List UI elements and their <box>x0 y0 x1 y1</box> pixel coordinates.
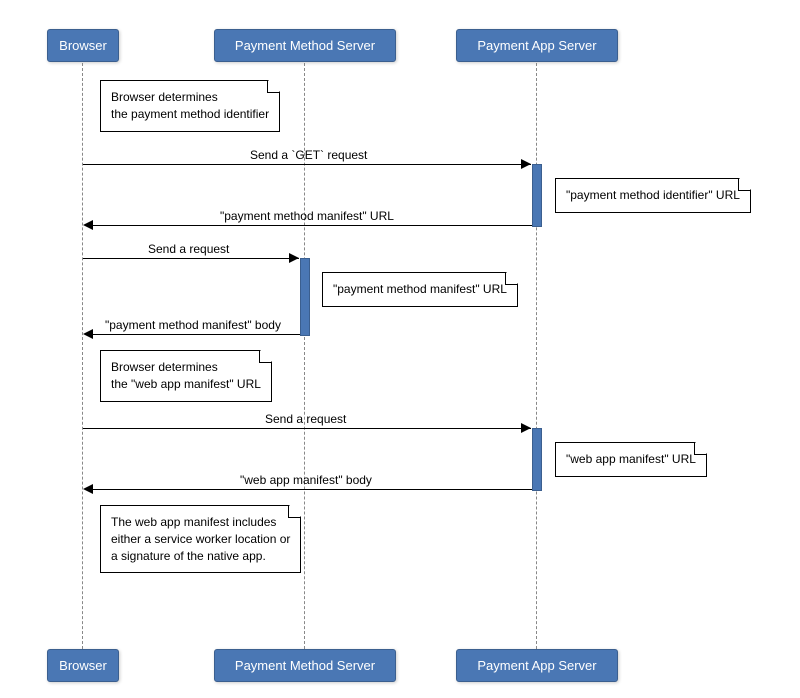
activation-pms-1 <box>300 258 310 336</box>
msg-send-request-pms <box>83 258 299 259</box>
note-wam-url: "web app manifest" URL <box>555 442 707 477</box>
msg-pmm-url-response <box>93 225 532 226</box>
msg-send-request-pas <box>83 428 531 429</box>
note-pmm-url-2: "payment method manifest" URL <box>322 272 518 307</box>
msg-label-wam-body: "web app manifest" body <box>240 473 372 487</box>
note-text: the payment method identifier <box>111 107 269 121</box>
note-determine-wam: Browser determines the "web app manifest… <box>100 350 272 402</box>
note-text: Browser determines <box>111 360 218 374</box>
note-text: Browser determines <box>111 90 218 104</box>
msg-label-send-req-2: Send a request <box>265 412 346 426</box>
sequence-diagram: Browser Payment Method Server Payment Ap… <box>0 0 800 698</box>
participant-pms-top: Payment Method Server <box>214 29 396 62</box>
lifeline-pas <box>536 63 537 649</box>
arrow-icon <box>83 329 93 339</box>
arrow-icon <box>521 423 531 433</box>
note-text: "payment method manifest" URL <box>333 282 507 296</box>
msg-label-pmm-url: "payment method manifest" URL <box>220 209 394 223</box>
arrow-icon <box>289 253 299 263</box>
note-text: the "web app manifest" URL <box>111 377 261 391</box>
note-determine-pmi: Browser determines the payment method id… <box>100 80 280 132</box>
participant-browser-bottom: Browser <box>47 649 119 682</box>
note-text: "web app manifest" URL <box>566 452 696 466</box>
activation-pas-2 <box>532 428 542 491</box>
participant-browser-top: Browser <box>47 29 119 62</box>
msg-get-request <box>83 164 531 165</box>
lifeline-browser <box>82 63 83 649</box>
note-text: either a service worker location or <box>111 532 290 546</box>
msg-label-pmm-body: "payment method manifest" body <box>105 318 281 332</box>
activation-pas-1 <box>532 164 542 227</box>
participant-pas-top: Payment App Server <box>456 29 618 62</box>
note-text: a signature of the native app. <box>111 549 266 563</box>
msg-pmm-body <box>93 334 300 335</box>
note-pmi-url: "payment method identifier" URL <box>555 178 751 213</box>
note-text: "payment method identifier" URL <box>566 188 740 202</box>
arrow-icon <box>83 484 93 494</box>
arrow-icon <box>521 159 531 169</box>
participant-pms-bottom: Payment Method Server <box>214 649 396 682</box>
note-text: The web app manifest includes <box>111 515 276 529</box>
msg-label-send-req: Send a request <box>148 242 229 256</box>
participant-pas-bottom: Payment App Server <box>456 649 618 682</box>
note-wam-includes: The web app manifest includes either a s… <box>100 505 301 573</box>
msg-label-get: Send a `GET` request <box>250 148 367 162</box>
msg-wam-body <box>93 489 532 490</box>
arrow-icon <box>83 220 93 230</box>
